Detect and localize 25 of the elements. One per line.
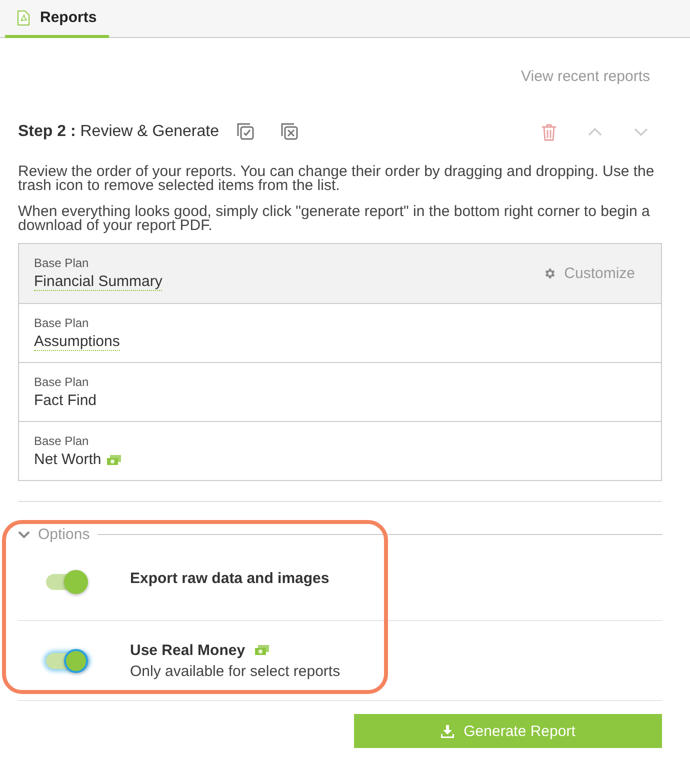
settings-icon [543,267,556,280]
plan-label: Base Plan [34,434,90,448]
step-heading: Step 2 : Review & Generate [18,123,219,141]
instructions-text: When everything looks good, simply click "generate report" in the bottom right corner to begin a download of your report PDF. [18,205,651,233]
move-up-icon[interactable] [588,128,602,136]
chevron-icon [18,530,30,538]
option-label: Use Real Money [130,642,246,658]
option-label: Export raw data and images [130,570,330,587]
report-name: Net Worth [34,451,102,468]
plan-label: Base Plan [34,256,90,270]
trash-icon[interactable] [542,124,556,140]
plan-label: Base Plan [34,375,90,389]
select-all-icon[interactable] [236,123,255,141]
download-icon [440,724,454,738]
plan-label: Base Plan [34,316,90,330]
report-name: Assumptions [34,332,120,350]
pdf-file-icon [17,10,30,26]
tab[interactable]: Reports [5,0,109,38]
report-name: Fact Find [34,392,97,409]
report-name: Financial Summary [34,273,162,291]
deselect-all-icon[interactable] [280,123,299,141]
move-down-icon[interactable] [634,128,648,136]
option-note: Only available for select reports [130,662,340,680]
report-row[interactable]: Base Plan Financial Summary Customize [19,244,661,303]
instructions-text: Review the order of your reports. You can change their order by dragging and dropping. Use the trash icon to remove selected items from the list. [18,165,656,193]
